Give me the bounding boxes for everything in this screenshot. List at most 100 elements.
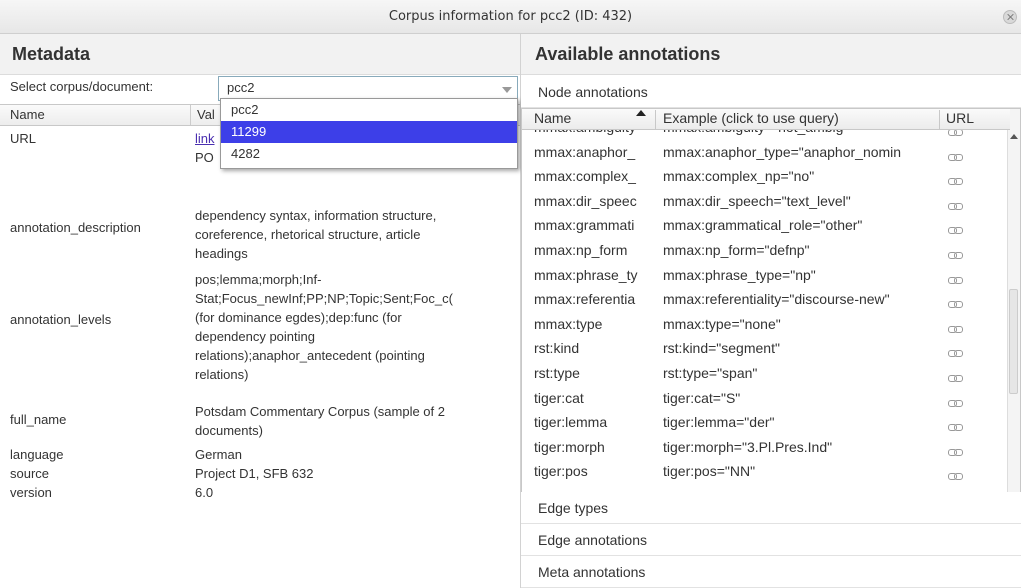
column-header-name[interactable]: Name [534, 110, 571, 126]
metadata-value-line: German [195, 447, 242, 462]
annotation-example-query[interactable]: mmax:anaphor_type="anaphor_nomin [663, 144, 943, 160]
link-icon[interactable] [948, 301, 963, 309]
annotation-name: rst:kind [534, 340, 580, 357]
url-cell[interactable] [948, 443, 963, 459]
table-row[interactable]: tiger:morph tiger:morph="3.Pl.Pres.Ind" [522, 435, 1008, 459]
url-cell[interactable] [948, 369, 963, 385]
metadata-value: pos;lemma;morph;Inf- Stat;Focus_newInf;PP… [195, 270, 515, 384]
annotation-example-query[interactable]: rst:type="span" [663, 365, 943, 381]
table-row[interactable]: mmax:complex_ mmax:complex_np="no" [522, 164, 1008, 188]
link-icon[interactable] [948, 473, 963, 481]
metadata-key: version [10, 485, 52, 500]
annotation-name: mmax:anaphor_ [534, 143, 636, 160]
annotation-name: mmax:type [534, 315, 603, 332]
table-row[interactable]: mmax:referentia mmax:referentiality="disc… [522, 287, 1008, 311]
scrollbar-thumb[interactable] [1009, 289, 1018, 394]
annotation-example-query[interactable]: mmax:phrase_type="np" [663, 267, 943, 283]
link-icon[interactable] [948, 153, 963, 161]
table-row[interactable]: tiger:pos tiger:pos="NN" [522, 459, 1008, 483]
dropdown-option[interactable]: pcc2 [221, 99, 517, 121]
dropdown-option[interactable]: 4282 [221, 143, 517, 165]
metadata-value-line: coreference, rhetorical structure, artic… [195, 227, 421, 242]
column-header-example[interactable]: Example (click to use query) [663, 110, 839, 126]
metadata-value-line: headings [195, 246, 248, 261]
link-icon[interactable] [948, 202, 963, 210]
annotation-example-query[interactable]: mmax:dir_speech="text_level" [663, 193, 943, 209]
url-cell[interactable] [948, 221, 963, 237]
column-header-name[interactable]: Name [10, 107, 45, 122]
link-icon[interactable] [948, 350, 963, 358]
url-cell[interactable] [948, 418, 963, 434]
annotation-example-query[interactable]: tiger:morph="3.Pl.Pres.Ind" [663, 439, 943, 455]
annotation-example-query[interactable]: mmax:referentiality="discourse-new" [663, 291, 943, 307]
metadata-value: German [195, 445, 515, 464]
url-cell[interactable] [948, 172, 963, 188]
annotation-name: mmax:dir_speec [534, 192, 637, 209]
url-cell[interactable] [948, 344, 963, 360]
column-divider[interactable] [655, 110, 656, 130]
metadata-value: Potsdam Commentary Corpus (sample of 2 do… [195, 402, 515, 440]
link-icon[interactable] [948, 424, 963, 432]
table-row[interactable]: mmax:dir_speec mmax:dir_speech="text_leve… [522, 189, 1008, 213]
link-icon[interactable] [948, 227, 963, 235]
annotation-example-query[interactable]: tiger:cat="S" [663, 390, 943, 406]
chevron-down-icon[interactable] [502, 87, 512, 93]
scroll-up-icon[interactable] [1010, 134, 1018, 139]
close-icon[interactable] [1003, 10, 1017, 24]
section-node-annotations[interactable]: Node annotations [521, 76, 1021, 108]
annotation-name: mmax:referentia [534, 291, 636, 308]
table-row[interactable]: mmax:grammati mmax:grammatical_role="othe… [522, 213, 1008, 237]
metadata-value-line: relations) [195, 367, 249, 382]
link-icon[interactable] [948, 276, 963, 284]
annotations-table-header: Name Example (click to use query) URL [522, 109, 1010, 130]
table-row[interactable]: tiger:cat tiger:cat="S" [522, 386, 1008, 410]
annotation-example-query[interactable]: mmax:complex_np="no" [663, 168, 943, 184]
table-row[interactable]: mmax:phrase_ty mmax:phrase_type="np" [522, 263, 1008, 287]
section-edge-annotations[interactable]: Edge annotations [521, 524, 1021, 556]
url-cell[interactable] [948, 320, 963, 336]
metadata-value: dependency syntax, information structure… [195, 206, 515, 263]
section-meta-annotations[interactable]: Meta annotations [521, 556, 1021, 588]
table-row[interactable]: mmax:np_form mmax:np_form="defnp" [522, 238, 1008, 262]
link-icon[interactable] [948, 129, 963, 136]
link-icon[interactable] [948, 448, 963, 456]
link-icon[interactable] [948, 178, 963, 186]
table-row[interactable]: mmax:type mmax:type="none" [522, 312, 1008, 336]
annotation-example-query[interactable]: tiger:lemma="der" [663, 414, 943, 430]
dropdown-option[interactable]: 11299 [221, 121, 517, 143]
column-header-url[interactable]: URL [946, 110, 974, 126]
annotation-example-query[interactable]: mmax:grammatical_role="other" [663, 217, 943, 233]
url-cell[interactable] [948, 295, 963, 311]
url-cell[interactable] [948, 271, 963, 287]
sort-ascending-icon[interactable] [636, 110, 646, 116]
annotation-name: tiger:morph [534, 438, 605, 455]
column-divider[interactable] [190, 105, 191, 125]
window-title: Corpus information for pcc2 (ID: 432) [388, 9, 633, 24]
table-row[interactable]: rst:kind rst:kind="segment" [522, 336, 1008, 360]
section-edge-types[interactable]: Edge types [521, 492, 1021, 524]
url-cell[interactable] [948, 246, 963, 262]
url-cell[interactable] [948, 394, 963, 410]
url-cell[interactable] [948, 197, 963, 213]
link-icon[interactable] [948, 399, 963, 407]
table-row[interactable]: tiger:lemma tiger:lemma="der" [522, 410, 1008, 434]
table-row[interactable]: mmax:anaphor_ mmax:anaphor_type="anaphor_… [522, 140, 1008, 164]
annotation-example-query[interactable]: rst:kind="segment" [663, 340, 943, 356]
link-icon[interactable] [948, 375, 963, 382]
link-icon[interactable] [948, 325, 963, 333]
annotation-example-query[interactable]: tiger:pos="NN" [663, 463, 943, 479]
node-annotations-table: Name Example (click to use query) URL mm… [521, 108, 1021, 523]
metadata-value-line: pos;lemma;morph;Inf- [195, 272, 322, 287]
vertical-scrollbar[interactable] [1007, 109, 1020, 522]
link-icon[interactable] [948, 252, 963, 259]
url-cell[interactable] [948, 148, 963, 164]
url-cell[interactable] [948, 467, 963, 483]
metadata-value: 6.0 [195, 483, 515, 502]
table-row[interactable]: rst:type rst:type="span" [522, 361, 1008, 385]
annotation-name: mmax:grammati [534, 217, 635, 234]
column-divider[interactable] [939, 110, 940, 130]
corpus-select-value[interactable]: pcc2 [227, 80, 254, 95]
annotation-example-query[interactable]: mmax:np_form="defnp" [663, 242, 943, 258]
annotation-example-query[interactable]: mmax:type="none" [663, 316, 943, 332]
column-header-value[interactable]: Val [197, 107, 215, 122]
